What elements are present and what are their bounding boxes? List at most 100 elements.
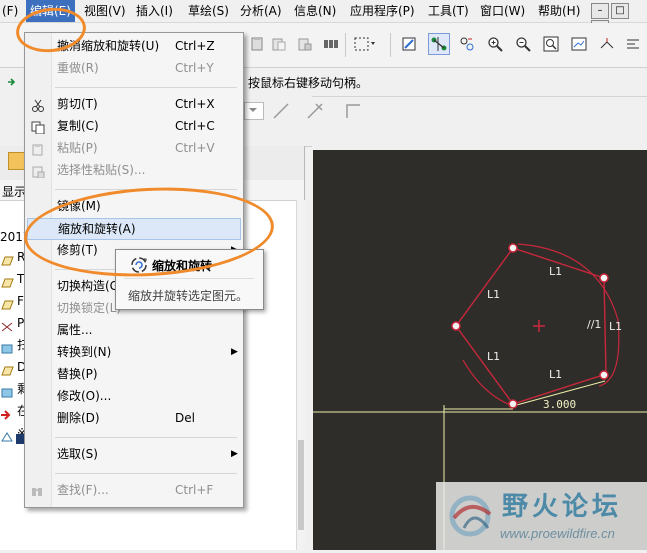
- orient-icon[interactable]: [598, 35, 616, 53]
- menu-separator: [55, 437, 237, 438]
- constraint-icon[interactable]: [458, 35, 476, 53]
- flame-logo-icon: [444, 488, 496, 544]
- menu-item-select[interactable]: 选取(S) ▶: [27, 444, 241, 465]
- menu-item-properties[interactable]: 属性...: [27, 320, 241, 341]
- line-tool-icon[interactable]: [272, 102, 290, 120]
- menu-item-modify[interactable]: 修改(O)...: [27, 386, 241, 407]
- toolbar-separator: [345, 33, 346, 57]
- menu-item-shortcut: Ctrl+Y: [175, 61, 214, 75]
- tooltip-description: 缩放并旋转选定图元。: [128, 289, 249, 303]
- window-controls: –□×: [589, 2, 645, 36]
- sketch-polygon[interactable]: [455, 247, 607, 405]
- menu-analysis[interactable]: 分析(A): [236, 0, 286, 22]
- menu-item-copy[interactable]: 复制(C) Ctrl+C: [27, 116, 241, 137]
- sketch-view-icon[interactable]: [400, 35, 418, 53]
- menu-item-label: 切换构造(G): [57, 279, 124, 293]
- scrollbar-thumb[interactable]: [298, 440, 304, 530]
- tree-item[interactable]: P: [0, 312, 24, 334]
- menu-applications[interactable]: 应用程序(P): [346, 0, 419, 22]
- menu-item-paste-special[interactable]: 选择性粘贴(S)...: [27, 160, 241, 181]
- sketch-arc[interactable]: [462, 359, 514, 407]
- submenu-arrow-icon: ▶: [231, 449, 238, 459]
- menu-item-paste[interactable]: 粘贴(P) Ctrl+V: [27, 138, 241, 159]
- maximize-button[interactable]: □: [611, 3, 629, 19]
- repaint-icon[interactable]: [570, 35, 588, 53]
- datum-plane-icon: [0, 296, 14, 309]
- datum-plane-icon: [0, 252, 14, 265]
- menu-view[interactable]: 视图(V): [80, 0, 130, 22]
- menu-insert[interactable]: 插入(I): [132, 0, 177, 22]
- sketch-vertex[interactable]: [599, 273, 609, 283]
- arrow-icon: [8, 76, 18, 86]
- sketch-vertex[interactable]: [451, 321, 461, 331]
- tree-scrollbar[interactable]: [296, 200, 305, 550]
- grid-select-icon[interactable]: [322, 35, 340, 53]
- watermark-title: 野火论坛: [502, 492, 623, 522]
- menu-item-shortcut: Ctrl+F: [175, 483, 214, 497]
- zoom-in-icon[interactable]: [486, 35, 504, 53]
- menu-item-label: 修改(O)...: [57, 389, 112, 403]
- sketch-vertex[interactable]: [508, 243, 518, 253]
- menu-item-shortcut: Ctrl+C: [175, 119, 215, 133]
- menu-item-shortcut: Ctrl+Z: [175, 39, 215, 53]
- constraint-label: L1: [549, 265, 562, 278]
- tree-item[interactable]: F: [0, 290, 24, 312]
- tree-header-label[interactable]: 显示: [2, 183, 26, 200]
- menu-item-delete[interactable]: 删除(D) Del: [27, 408, 241, 429]
- menu-info[interactable]: 信息(N): [290, 0, 340, 22]
- menu-sketch[interactable]: 草绘(S): [184, 0, 233, 22]
- menu-item-cut[interactable]: 剪切(T) Ctrl+X: [27, 94, 241, 115]
- menu-item-redo[interactable]: 重做(R) Ctrl+Y: [27, 58, 241, 79]
- tooltip-separator: [124, 278, 254, 279]
- clipboard-icon[interactable]: [248, 35, 266, 53]
- constraint-label: //1: [587, 318, 601, 331]
- scissors-icon: [31, 98, 45, 112]
- tree-item[interactable]: D: [0, 356, 26, 378]
- trim-tool-icon[interactable]: [306, 102, 324, 120]
- menu-item-label: 切换锁定(L): [57, 301, 122, 315]
- menu-item-label: 选择性粘贴(S)...: [57, 163, 146, 177]
- menu-item-label: 粘贴(P): [57, 141, 98, 155]
- dimension-display-icon[interactable]: [624, 35, 642, 53]
- constraint-label: L1: [487, 350, 500, 363]
- menu-help[interactable]: 帮助(H): [534, 0, 584, 22]
- feature-icon: [0, 340, 14, 353]
- menu-item-label: 查找(F)...: [57, 483, 109, 497]
- paste-special-icon: [31, 164, 45, 179]
- menu-item-label: 属性...: [57, 323, 93, 337]
- dimension-value[interactable]: 3.000: [543, 398, 576, 411]
- zoom-out-icon[interactable]: [514, 35, 532, 53]
- box-select-icon[interactable]: [352, 35, 378, 53]
- sketch-vertex[interactable]: [508, 399, 518, 409]
- menu-separator: [55, 87, 237, 88]
- menu-window[interactable]: 窗口(W): [476, 0, 529, 22]
- menu-item-label: 复制(C): [57, 119, 99, 133]
- paste-icon[interactable]: [270, 35, 288, 53]
- rotation-center-handle[interactable]: [533, 320, 545, 332]
- menu-item-label: 删除(D): [57, 411, 100, 425]
- menu-item-label: 转换到(N): [57, 345, 112, 359]
- toolbar-separator: [390, 33, 391, 57]
- select-tool-icon[interactable]: [428, 33, 450, 55]
- menu-item-replace[interactable]: 替换(P): [27, 364, 241, 385]
- menu-item-convert-to[interactable]: 转换到(N) ▶: [27, 342, 241, 363]
- constraint-label: L1: [549, 368, 562, 381]
- refit-icon[interactable]: [542, 35, 560, 53]
- sketch-feature-icon: [0, 428, 14, 441]
- menu-file[interactable]: (F): [0, 0, 22, 22]
- menu-item-shortcut: Del: [175, 411, 195, 425]
- minimize-button[interactable]: –: [591, 3, 609, 19]
- tree-item[interactable]: R: [0, 246, 25, 268]
- menu-item-find[interactable]: 查找(F)... Ctrl+F: [27, 480, 241, 501]
- corner-tool-icon[interactable]: [344, 102, 362, 120]
- constraint-label: L1: [487, 288, 500, 301]
- tree-item[interactable]: T: [0, 268, 24, 290]
- menu-separator: [55, 473, 237, 474]
- copy-icon: [31, 120, 45, 135]
- menu-tools[interactable]: 工具(T): [424, 0, 473, 22]
- paste-special-icon[interactable]: [296, 35, 314, 53]
- find-icon: [31, 484, 45, 497]
- sketch-vertex[interactable]: [599, 370, 609, 380]
- dropdown-arrow-icon[interactable]: [244, 102, 264, 120]
- sketch-arc[interactable]: [517, 243, 620, 387]
